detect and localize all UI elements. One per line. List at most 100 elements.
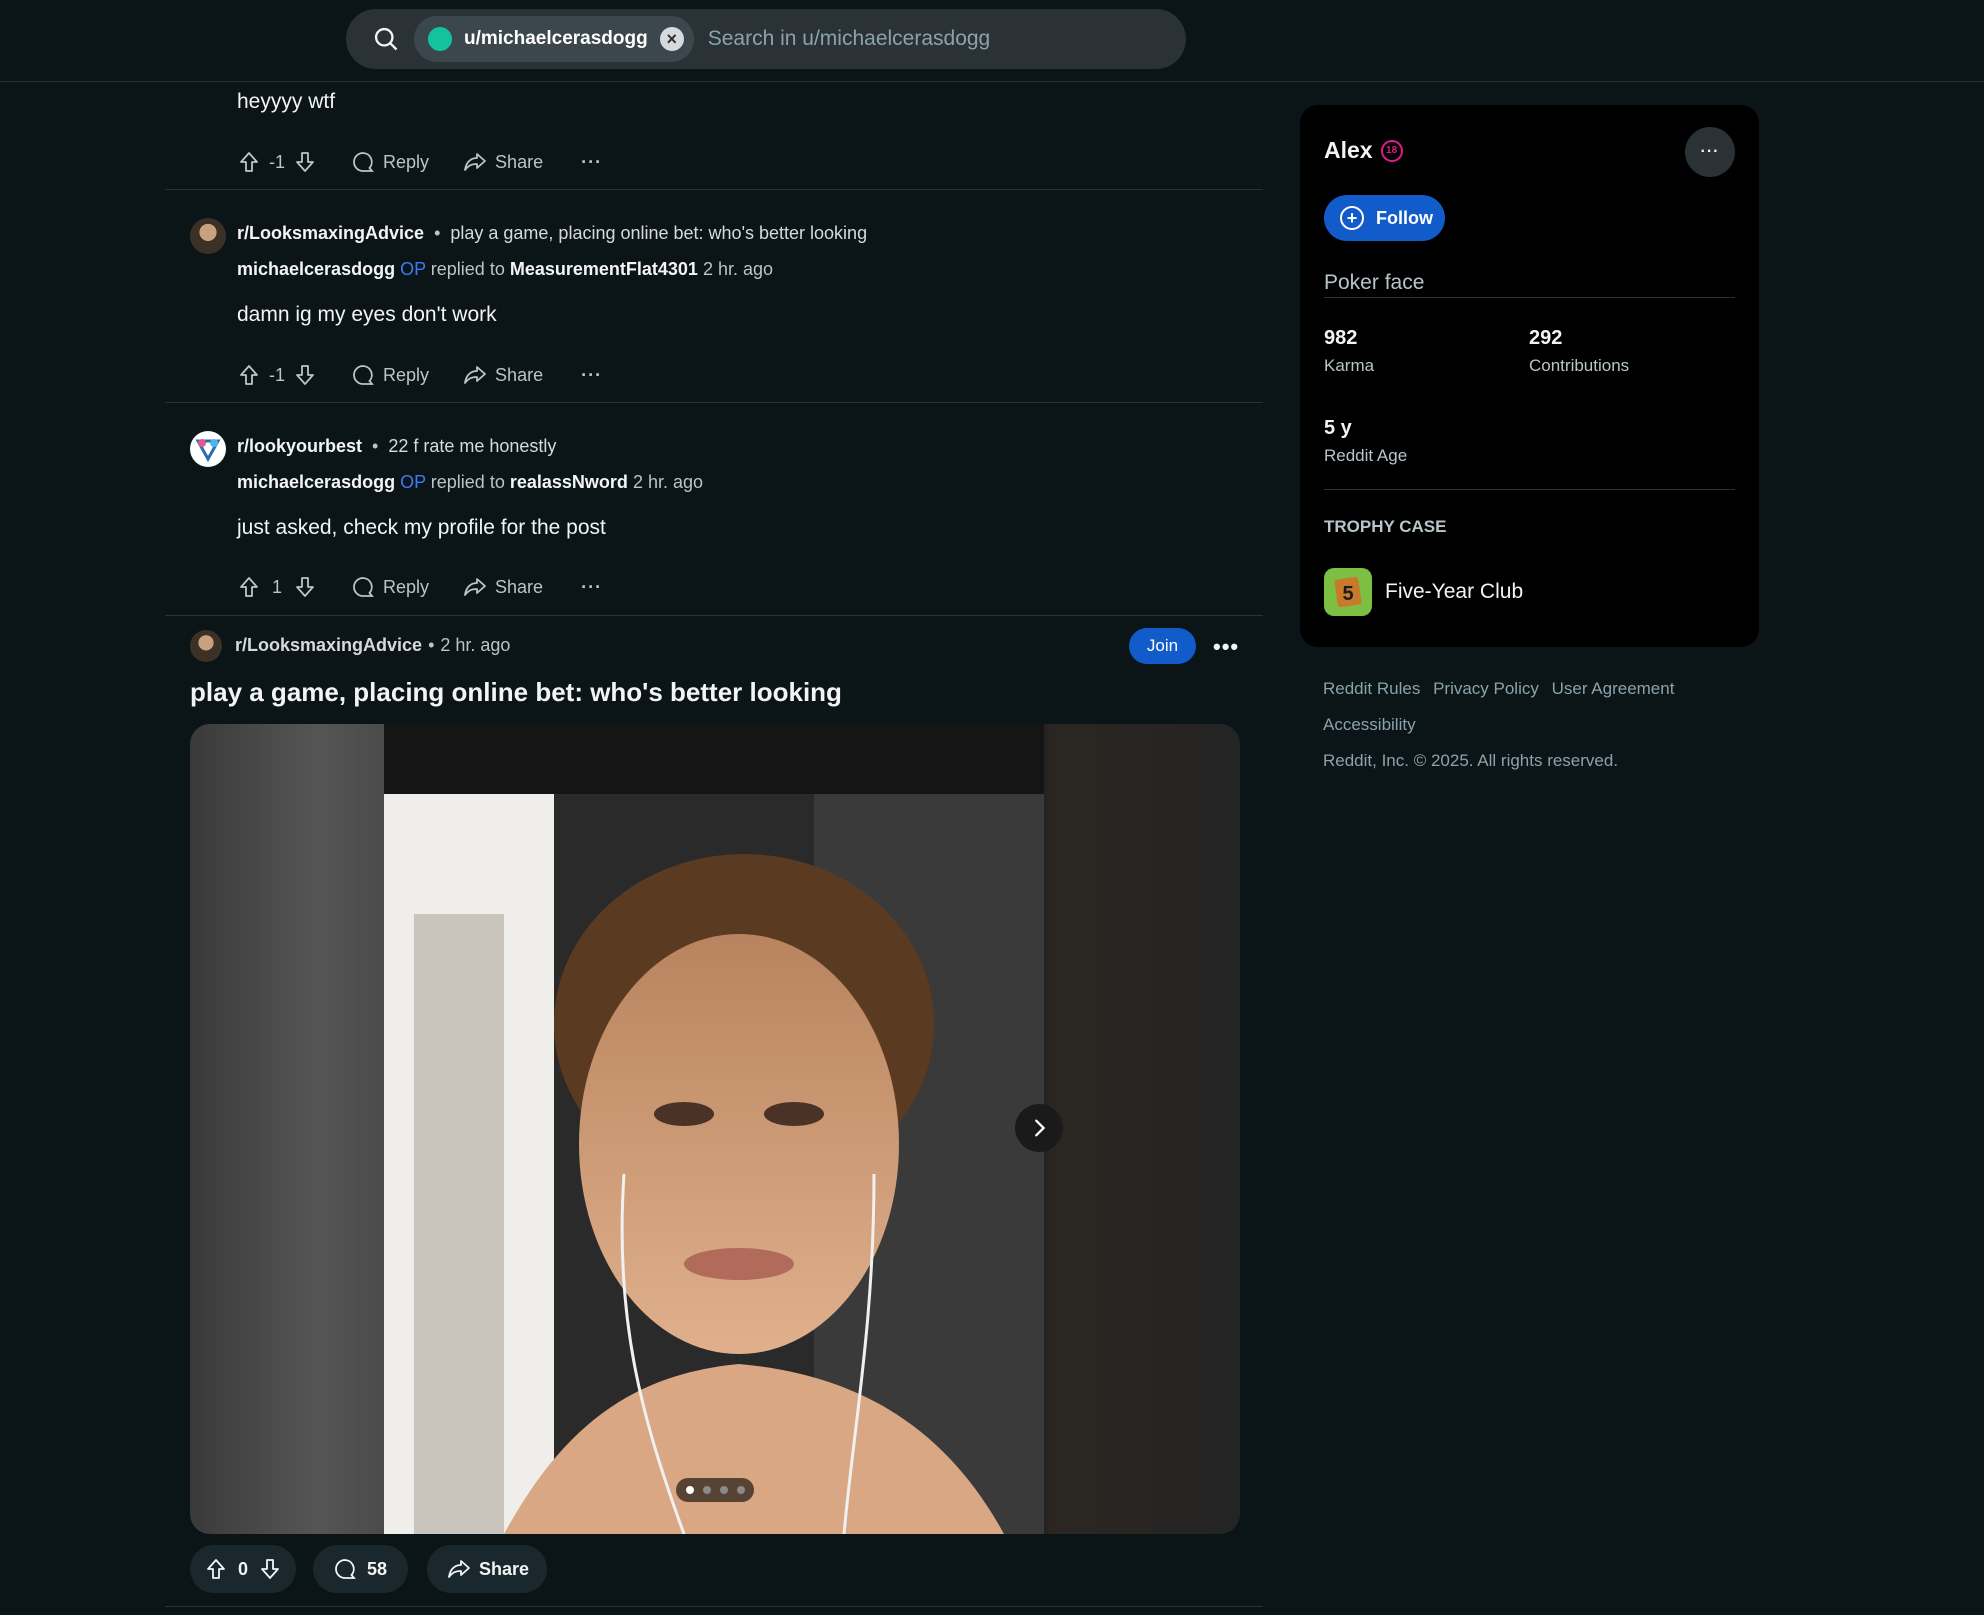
gallery-dot[interactable] — [719, 1486, 728, 1494]
comment-attribution: michaelcerasdogg OP replied to Measureme… — [237, 259, 773, 280]
more-options-button[interactable]: ··· — [581, 577, 602, 598]
post-meta: r/LooksmaxingAdvice • 2 hr. ago — [235, 635, 510, 656]
comment-context: r/LooksmaxingAdvice • play a game, placi… — [237, 223, 867, 244]
clear-scope-icon[interactable]: × — [659, 27, 684, 51]
top-bar: u/michaelcerasdogg × — [0, 0, 1984, 82]
more-options-button[interactable]: ··· — [581, 152, 602, 173]
post-title[interactable]: play a game, placing online bet: who's b… — [190, 677, 842, 708]
divider — [165, 402, 1263, 403]
search-input[interactable] — [707, 27, 1128, 51]
comment-actions: 1 Reply Share ··· — [237, 567, 602, 607]
share-label: Share — [495, 364, 544, 385]
downvote-icon[interactable] — [293, 150, 317, 174]
comment-bubble-icon — [353, 577, 374, 597]
privacy-policy-link[interactable]: Privacy Policy — [1433, 679, 1539, 698]
post-more-options-button[interactable]: ••• — [1213, 634, 1239, 660]
comment-attribution: michaelcerasdogg OP replied to realassNw… — [237, 472, 703, 493]
gallery-dot[interactable] — [685, 1486, 694, 1494]
comment-text: heyyyy wtf — [237, 90, 336, 113]
share-label: Share — [495, 576, 544, 597]
reply-label: Reply — [383, 576, 430, 597]
gallery-dot[interactable] — [736, 1486, 745, 1494]
vote-group: -1 — [237, 363, 317, 387]
share-button[interactable]: Share — [463, 150, 543, 174]
reply-label: Reply — [383, 364, 430, 385]
post-title-link[interactable]: 22 f rate me honestly — [388, 436, 556, 457]
separator-dot: • — [428, 635, 435, 655]
vote-count: -1 — [269, 151, 286, 172]
divider — [165, 189, 1263, 190]
subreddit-avatar[interactable] — [190, 218, 226, 254]
upvote-icon[interactable] — [237, 363, 261, 387]
nsfw-badge: 18 — [1380, 139, 1403, 162]
share-button[interactable]: Share — [427, 1545, 547, 1593]
gallery-dot[interactable] — [702, 1486, 711, 1494]
accessibility-link[interactable]: Accessibility — [1323, 715, 1416, 734]
karma-label: Karma — [1324, 356, 1375, 375]
author-link[interactable]: michaelcerasdogg — [237, 472, 395, 492]
share-button[interactable]: Share — [463, 575, 543, 599]
follow-button[interactable]: + Follow — [1324, 195, 1445, 241]
comment-text: just asked, check my profile for the pos… — [237, 516, 606, 539]
karma-stat: 982 Karma — [1324, 327, 1374, 376]
chevron-right-icon — [1035, 1119, 1046, 1137]
search-scope-chip[interactable]: u/michaelcerasdogg × — [414, 16, 694, 62]
upvote-icon[interactable] — [237, 575, 261, 599]
subreddit-link[interactable]: r/LooksmaxingAdvice — [237, 223, 424, 244]
vote-count: 0 — [238, 1558, 249, 1579]
user-avatar-icon — [428, 27, 452, 51]
downvote-icon[interactable] — [258, 1557, 282, 1581]
reddit-rules-link[interactable]: Reddit Rules — [1323, 679, 1420, 698]
profile-name: Alex — [1324, 137, 1373, 163]
author-link[interactable]: michaelcerasdogg — [237, 259, 395, 279]
footer-links: Reddit Rules Privacy Policy User Agreeme… — [1323, 671, 1743, 779]
share-label: Share — [479, 1558, 530, 1579]
post-photo — [384, 724, 1044, 1534]
upvote-icon[interactable] — [204, 1557, 228, 1581]
more-options-button[interactable]: ··· — [581, 365, 602, 386]
share-icon — [464, 153, 486, 171]
profile-more-options-button[interactable]: ··· — [1685, 127, 1735, 177]
comment-count: 58 — [367, 1558, 388, 1579]
user-agreement-link[interactable]: User Agreement — [1552, 679, 1675, 698]
subreddit-avatar[interactable] — [190, 431, 226, 467]
subreddit-link[interactable]: r/LooksmaxingAdvice — [235, 635, 422, 656]
reddit-age-label: Reddit Age — [1324, 446, 1408, 465]
trophy-name: Five-Year Club — [1385, 580, 1524, 603]
separator-dot: • — [434, 223, 441, 243]
subreddit-link[interactable]: r/lookyourbest — [237, 436, 362, 457]
share-button[interactable]: Share — [463, 363, 543, 387]
replied-to-user-link[interactable]: realassNword — [510, 472, 628, 492]
search-icon — [374, 27, 398, 51]
timestamp: 2 hr. ago — [632, 472, 703, 492]
post-image-gallery[interactable] — [190, 724, 1240, 1534]
search-bar[interactable]: u/michaelcerasdogg × — [346, 9, 1186, 69]
upvote-icon[interactable] — [237, 150, 261, 174]
contributions-stat: 292 Contributions — [1529, 327, 1629, 376]
reply-button[interactable]: Reply — [351, 363, 429, 387]
profile-card: Alex 18 ··· + Follow Poker face 982 Karm… — [1300, 105, 1759, 647]
contributions-value: 292 — [1529, 327, 1563, 349]
replied-to-user-link[interactable]: MeasurementFlat4301 — [510, 259, 698, 279]
vote-count: 1 — [271, 576, 282, 597]
five-year-club-icon: 5 — [1324, 568, 1372, 616]
reply-button[interactable]: Reply — [351, 150, 429, 174]
comments-button[interactable]: 58 — [313, 1545, 408, 1593]
reply-label: Reply — [383, 151, 430, 172]
downvote-icon[interactable] — [293, 363, 317, 387]
contributions-label: Contributions — [1529, 356, 1630, 375]
downvote-icon[interactable] — [293, 575, 317, 599]
search-scope-label: u/michaelcerasdogg — [464, 28, 648, 49]
profile-bio: Poker face — [1324, 271, 1425, 294]
subreddit-avatar[interactable] — [190, 630, 222, 662]
karma-value: 982 — [1324, 327, 1358, 349]
trophy-item[interactable]: 5 Five-Year Club — [1324, 568, 1523, 616]
join-button[interactable]: Join — [1129, 628, 1196, 664]
comment-bubble-icon — [353, 365, 374, 385]
selfie-photo-icon — [384, 724, 1044, 1534]
gallery-next-button[interactable] — [1015, 1104, 1063, 1152]
vote-count: -1 — [269, 364, 286, 385]
post-title-link[interactable]: play a game, placing online bet: who's b… — [450, 223, 867, 244]
plus-icon: + — [1340, 206, 1364, 230]
reply-button[interactable]: Reply — [351, 575, 429, 599]
